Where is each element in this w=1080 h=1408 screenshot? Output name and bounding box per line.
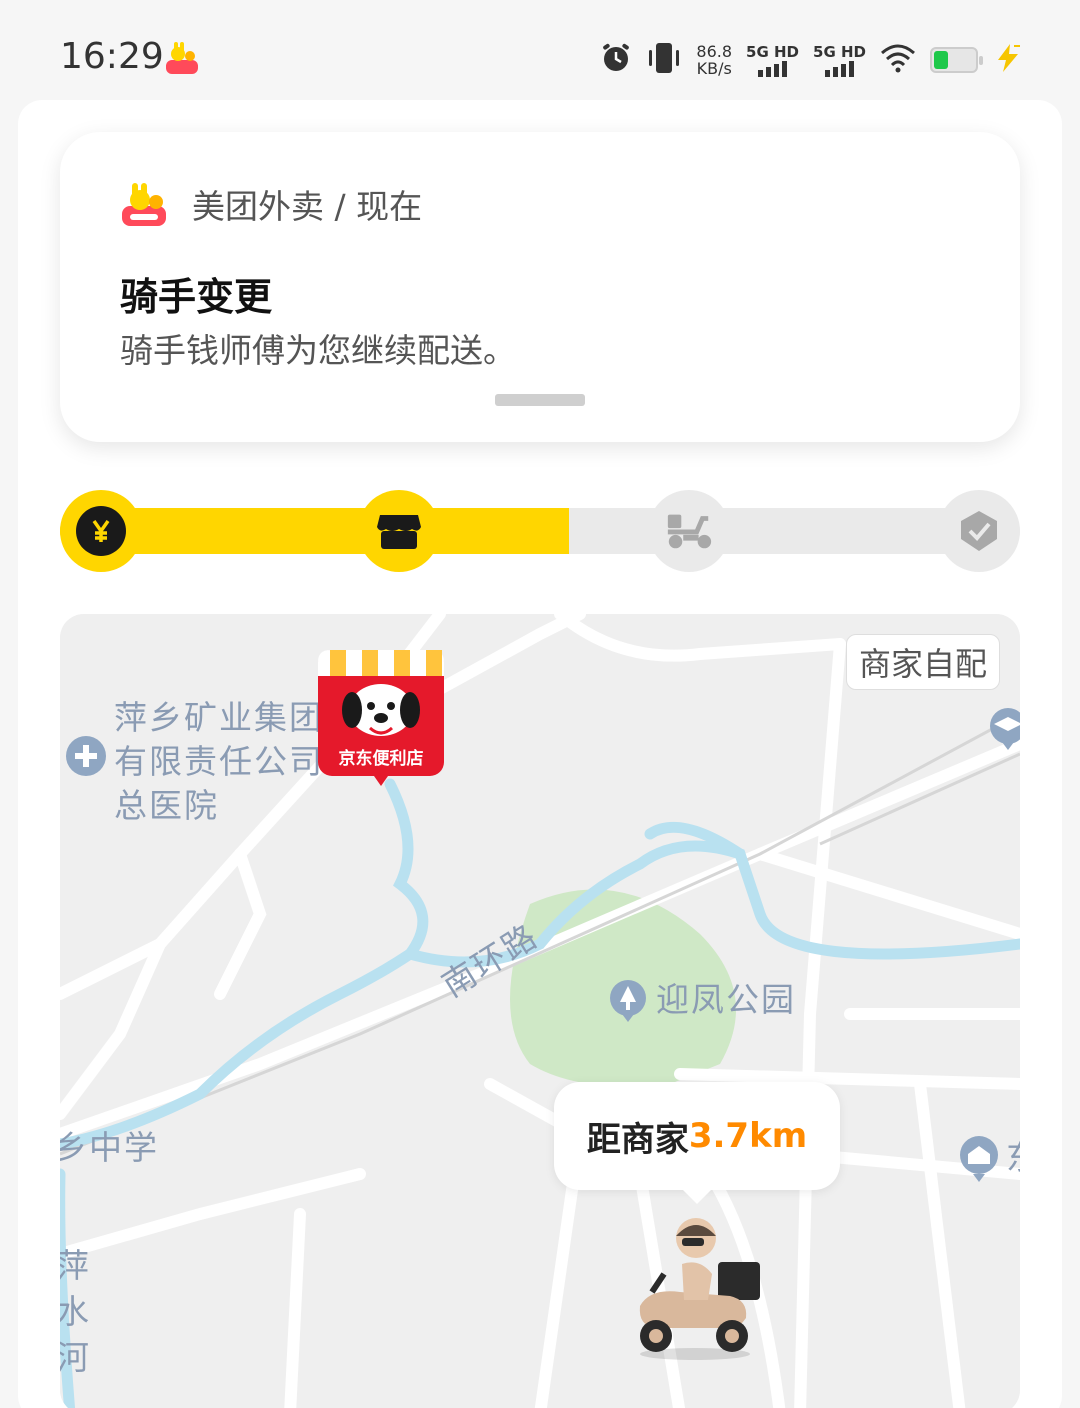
notification-title: 骑手变更 [120,275,273,319]
battery-icon [930,47,983,73]
signal-bars-icon [758,61,788,77]
progress-track [60,508,1020,554]
vibrate-icon [646,42,682,78]
distance-prefix: 距商家 [586,1119,689,1160]
map-label-river-1: 萍 [60,1246,91,1285]
screen: 16:29 86.8 KB/s 5G HD 5G HD 萍乡矿业集团 有限责任公… [0,0,1080,1408]
notification-header: 美团外卖 / 现在 [192,187,423,226]
map-label-hospital-2: 有限责任公司 [114,742,324,781]
notification-body: 骑手钱师傅为您继续配送。 [120,331,516,370]
store-icon [374,506,424,556]
net-speed: 86.8 KB/s [696,43,732,77]
signal-2-label: 5G HD [813,43,866,61]
delivery-map[interactable]: 萍乡矿业集团 有限责任公司 总医院 南环路 迎凤公园 乡中学 萍 水 河 东 商… [60,614,1020,1408]
push-notification[interactable]: 美团外卖 / 现在 骑手变更 骑手钱师傅为您继续配送。 [60,132,1020,442]
step-paid [60,490,142,572]
step-delivering [648,490,730,572]
store-sign: 京东便利店 [338,749,424,769]
wifi-icon [880,43,916,77]
net-speed-unit: KB/s [696,59,732,78]
park-icon [608,978,648,1033]
distance-value: 3.7km [688,1116,808,1156]
map-label-hospital-1: 萍乡矿业集团 [114,698,324,737]
hospital-icon [64,734,108,789]
status-time: 16:29 [60,36,164,77]
rider-scooter-icon [639,1218,760,1360]
yen-icon [76,506,126,556]
step-store [358,490,440,572]
net-speed-value: 86.8 [696,42,733,61]
map-label-river-2: 水 [60,1292,91,1331]
education-icon [988,706,1020,761]
delivery-mode-badge: 商家自配 [845,634,1000,690]
signal-1: 5G HD [746,43,799,77]
map-label-school: 乡中学 [60,1128,159,1167]
charging-icon [992,42,1024,78]
map-label-hospital-3: 总医院 [114,786,219,825]
status-icons: 86.8 KB/s 5G HD 5G HD [600,38,1024,82]
check-icon [954,506,1004,556]
notification-drag-handle[interactable] [495,394,585,406]
rider-marker[interactable] [620,1214,770,1364]
map-label-east: 东 [1006,1136,1020,1180]
alarm-icon [600,42,632,78]
map-label-park: 迎凤公园 [656,980,796,1019]
store-marker[interactable]: 京东便利店 [316,648,446,788]
battery-fill [934,51,948,69]
scooter-icon [664,506,714,556]
order-progress [60,490,1020,572]
distance-bubble: 距商家 3.7km [554,1082,840,1204]
signal-2: 5G HD [813,43,866,77]
signal-1-label: 5G HD [746,43,800,61]
meituan-app-icon [162,40,202,76]
map-label-river-3: 河 [60,1338,91,1377]
step-delivered [938,490,1020,572]
meituan-app-icon [118,180,170,228]
school-icon [958,1134,1000,1193]
signal-bars-icon [825,61,854,77]
